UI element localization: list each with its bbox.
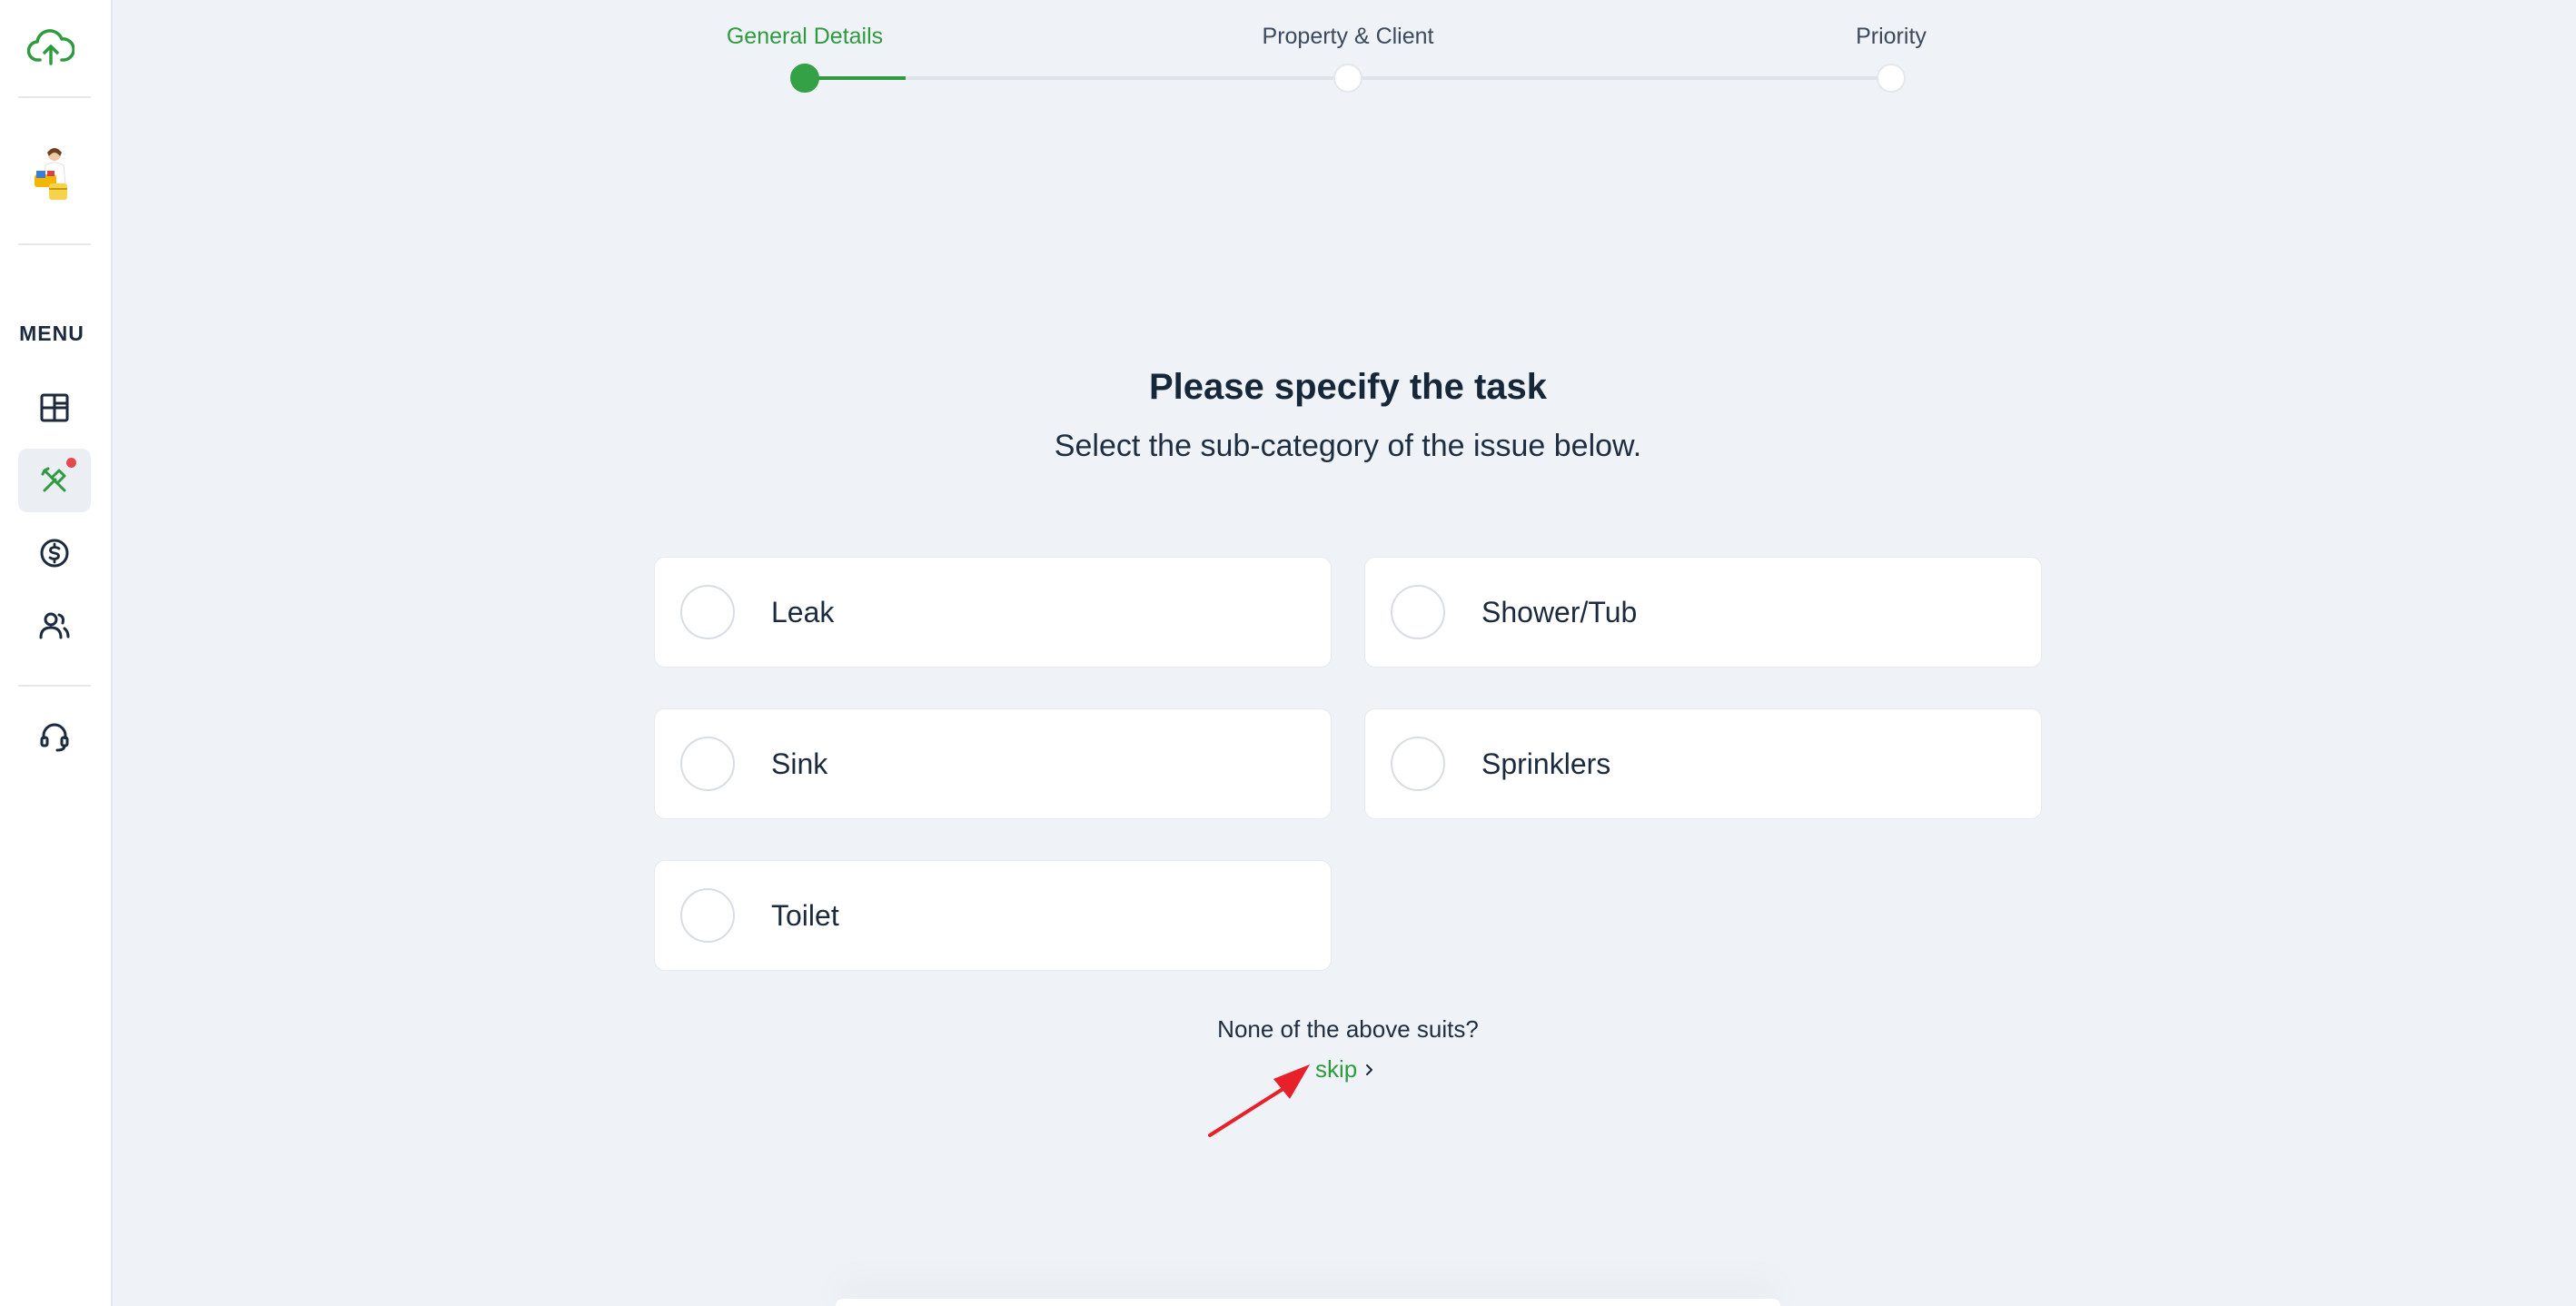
step-general-details-label[interactable]: General Details (727, 24, 883, 50)
sidebar-item-users[interactable] (18, 594, 91, 658)
skip-label: skip (1315, 1055, 1358, 1083)
option-label: Sprinklers (1481, 747, 1611, 780)
sidebar-divider (18, 243, 91, 245)
radio-button[interactable] (680, 888, 735, 943)
tools-icon (41, 467, 66, 492)
progress-stepper: General Details Property & Client Priori… (0, 0, 2576, 109)
option-leak[interactable]: Leak (654, 557, 1332, 668)
option-label: Toilet (771, 898, 839, 932)
option-shower-tub[interactable]: Shower/Tub (1364, 557, 2042, 668)
none-of-above-text: None of the above suits? (1217, 1015, 1479, 1043)
option-label: Leak (771, 595, 835, 628)
step-general-details-dot[interactable] (790, 64, 819, 93)
headset-icon (40, 723, 69, 752)
radio-button[interactable] (680, 737, 735, 791)
avatar[interactable] (27, 143, 78, 203)
page-title: Please specify the task (1148, 367, 1548, 407)
chevron-right-icon (1366, 1064, 1373, 1075)
radio-button[interactable] (1391, 585, 1445, 639)
skip-link[interactable]: skip (1315, 1055, 1375, 1083)
radio-button[interactable] (1391, 737, 1445, 791)
dollar-icon (40, 539, 69, 568)
option-sink[interactable]: Sink (654, 708, 1332, 819)
option-label: Sink (771, 747, 828, 780)
option-label: Shower/Tub (1481, 595, 1638, 628)
sidebar: MENU (0, 0, 113, 1306)
stepper-progress (805, 76, 907, 80)
sidebar-item-billing[interactable] (18, 521, 91, 585)
page-subtitle: Select the sub-category of the issue bel… (1054, 429, 1642, 463)
bottom-panel-edge (836, 1299, 1780, 1306)
option-toilet[interactable]: Toilet (654, 860, 1332, 971)
option-sprinklers[interactable]: Sprinklers (1364, 708, 2042, 819)
step-priority-label[interactable]: Priority (1856, 24, 1927, 50)
step-property-client-label[interactable]: Property & Client (1263, 24, 1434, 50)
radio-button[interactable] (680, 585, 735, 639)
users-icon (39, 612, 70, 639)
step-property-client-dot[interactable] (1333, 64, 1362, 93)
menu-label: MENU (19, 322, 84, 345)
sidebar-divider (18, 685, 91, 687)
annotation-arrow-icon (1208, 1064, 1310, 1137)
sidebar-item-support[interactable] (18, 705, 91, 768)
step-priority-dot[interactable] (1877, 64, 1906, 93)
